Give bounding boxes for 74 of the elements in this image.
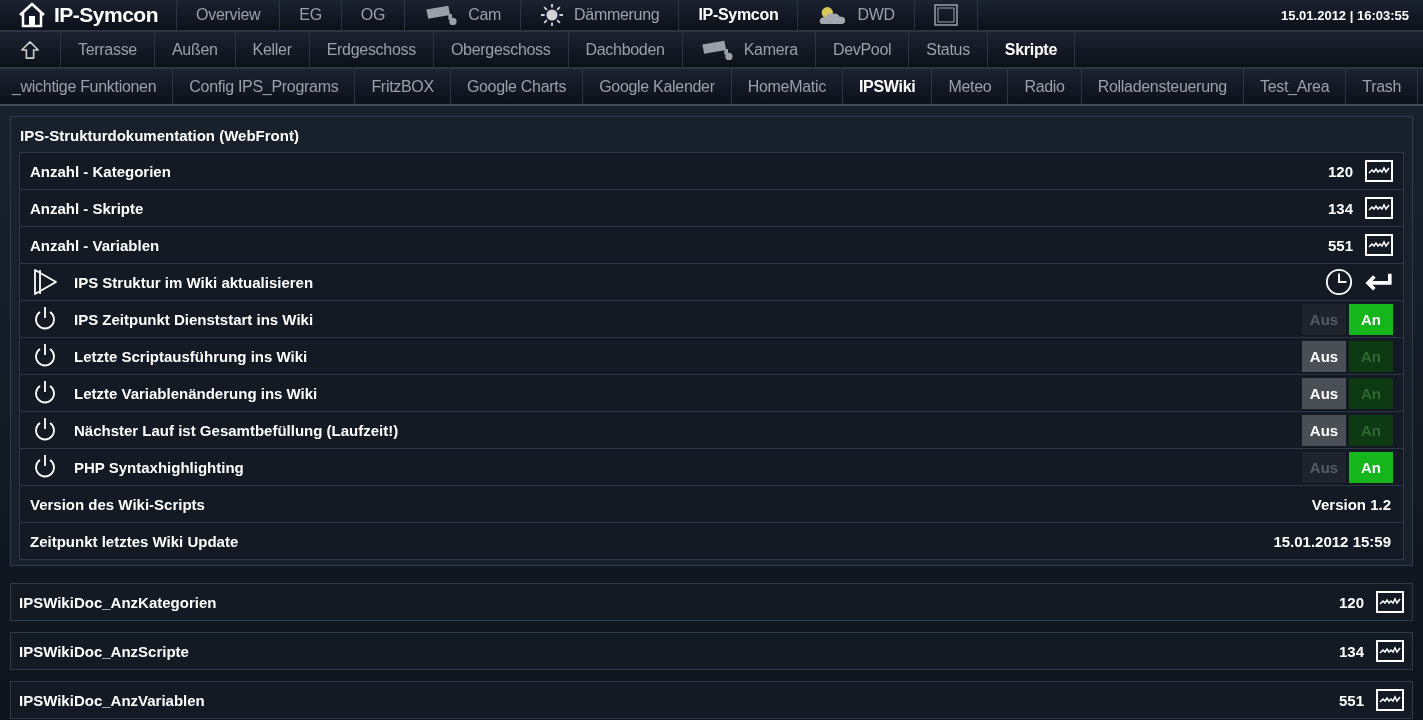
- row-label: IPS Struktur im Wiki aktualisieren: [74, 273, 314, 291]
- count-value: 120: [1338, 593, 1364, 611]
- script-tab[interactable]: Trash: [1346, 69, 1419, 104]
- row-label: Nächster Lauf ist Gesamtbefüllung (Laufzeit!): [74, 421, 399, 439]
- row-label: Zeitpunkt letztes Wiki Update: [30, 532, 239, 550]
- variable-name: IPSWikiDoc_AnzScripte: [19, 642, 189, 660]
- off-button[interactable]: Aus: [1302, 340, 1346, 372]
- row-label: Anzahl - Skripte: [30, 199, 144, 217]
- script-tab[interactable]: Meteo: [932, 69, 1009, 104]
- script-tab[interactable]: Test_Area: [1243, 69, 1347, 104]
- cloud-sun-icon: [817, 5, 848, 25]
- script-tab[interactable]: Config IPS_Programs: [173, 69, 356, 104]
- count-value: 134: [1338, 642, 1364, 660]
- script-tab[interactable]: Google Charts: [450, 69, 584, 104]
- nav-tab[interactable]: Dämmerung: [521, 0, 680, 30]
- date-time: 15.01.2012 | 16:03:55: [1281, 7, 1410, 23]
- category-tab[interactable]: Terrasse: [61, 32, 155, 67]
- chart-icon[interactable]: [1376, 689, 1404, 711]
- nav-tab[interactable]: IP-Symcon: [679, 0, 799, 30]
- chart-icon[interactable]: [1365, 160, 1393, 182]
- row-value: Version 1.2: [1311, 495, 1391, 513]
- count-value: 551: [1327, 236, 1353, 254]
- row-label: Anzahl - Variablen: [30, 236, 160, 254]
- home-link[interactable]: IP-Symcon: [0, 0, 178, 30]
- row-label: IPS Zeitpunkt Dienststart ins Wiki: [74, 310, 314, 328]
- camera-icon: [424, 4, 459, 26]
- row-label: Anzahl - Kategorien: [30, 162, 171, 180]
- script-tab[interactable]: IPSWiki: [842, 69, 933, 104]
- script-tab[interactable]: Google Kalender: [583, 69, 732, 104]
- sun-icon: [540, 3, 565, 27]
- count-value: 134: [1327, 199, 1353, 217]
- category-tab[interactable]: Dachboden: [568, 32, 683, 67]
- row-label: Version des Wiki-Scripts: [30, 495, 205, 513]
- category-tab[interactable]: DevPool: [815, 32, 910, 67]
- script-tab[interactable]: _wichtige Funktionen: [0, 69, 174, 104]
- category-tab[interactable]: Kamera: [682, 32, 816, 67]
- count-value: 120: [1327, 162, 1353, 180]
- category-tab[interactable]: Erdgeschoss: [309, 32, 434, 67]
- row-value: 15.01.2012 15:59: [1273, 532, 1391, 550]
- script-tab[interactable]: FritzBOX: [355, 69, 451, 104]
- home-icon: [18, 2, 46, 28]
- row-label: Letzte Scriptausführung ins Wiki: [74, 347, 308, 365]
- category-tab[interactable]: Status: [909, 32, 988, 67]
- nav-tab[interactable]: Cam: [405, 0, 522, 30]
- nav-tab[interactable]: DWD: [798, 0, 915, 30]
- row-label: Letzte Variablenänderung ins Wiki: [74, 384, 318, 402]
- up-arrow-icon: [20, 39, 40, 60]
- square-icon: [933, 4, 958, 26]
- panel-title: IPS-Strukturdokumentation (WebFront): [19, 126, 300, 146]
- script-tab[interactable]: Rolladensteuerung: [1081, 69, 1244, 104]
- category-tab[interactable]: Keller: [235, 32, 310, 67]
- script-tab[interactable]: Radio: [1008, 69, 1082, 104]
- chart-icon[interactable]: [1376, 640, 1404, 662]
- script-tab[interactable]: HomeMatic: [731, 69, 843, 104]
- nav-tab[interactable]: EG: [280, 0, 342, 30]
- category-tab[interactable]: Außen: [154, 32, 236, 67]
- camera-icon: [699, 38, 734, 61]
- variable-name: IPSWikiDoc_AnzVariablen: [19, 691, 205, 709]
- chart-icon[interactable]: [1365, 197, 1393, 219]
- category-tab[interactable]: Obergeschoss: [433, 32, 569, 67]
- row-label: PHP Syntaxhighlighting: [74, 458, 244, 476]
- enter-icon[interactable]: [1363, 272, 1393, 292]
- play-icon: [32, 268, 58, 296]
- nav-tab[interactable]: OG: [341, 0, 406, 30]
- variable-name: IPSWikiDoc_AnzKategorien: [19, 593, 217, 611]
- nav-tab[interactable]: Overview: [177, 0, 281, 30]
- count-value: 551: [1338, 691, 1364, 709]
- off-button[interactable]: Aus: [1302, 377, 1346, 409]
- clock-icon[interactable]: [1325, 268, 1353, 296]
- off-button[interactable]: Aus: [1302, 414, 1346, 446]
- chart-icon[interactable]: [1365, 234, 1393, 256]
- category-tab[interactable]: Skripte: [987, 32, 1075, 67]
- chart-icon[interactable]: [1376, 591, 1404, 613]
- app-title: IP-Symcon: [54, 3, 159, 27]
